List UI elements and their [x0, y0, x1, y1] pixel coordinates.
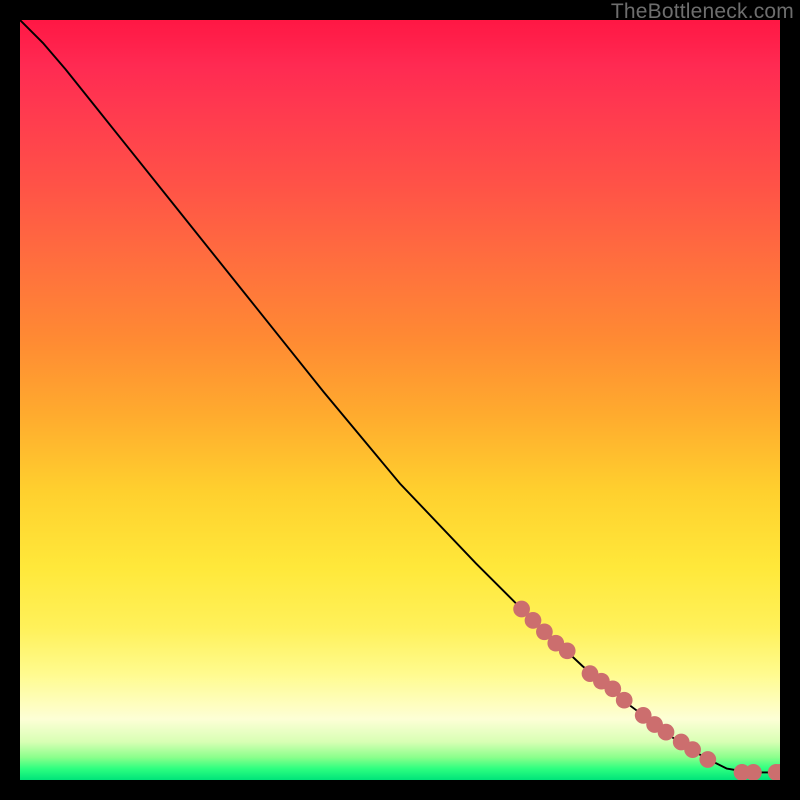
source-label: TheBottleneck.com [611, 0, 794, 24]
marker-dot [699, 751, 716, 768]
marker-dot [658, 724, 675, 741]
marker-dot [559, 642, 576, 659]
bottleneck-curve [20, 20, 780, 772]
chart-stage: TheBottleneck.com [0, 0, 800, 800]
plot-area [20, 20, 780, 780]
chart-svg [20, 20, 780, 780]
marker-dot [745, 764, 762, 780]
marker-dot [616, 692, 633, 709]
marker-dot [684, 741, 701, 758]
marker-group [513, 601, 780, 780]
